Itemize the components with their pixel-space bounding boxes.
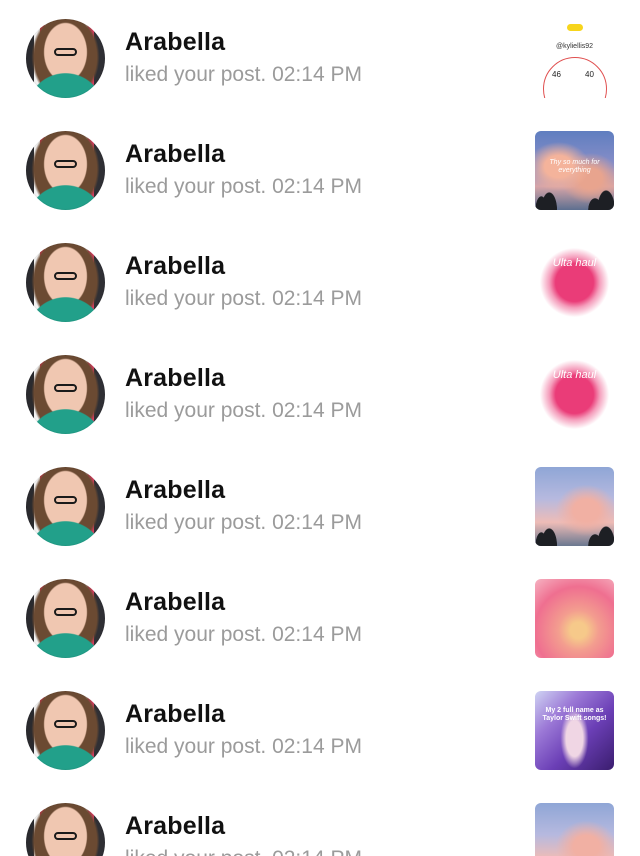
thumbnail-stat: 46 bbox=[552, 70, 561, 79]
notification-row[interactable]: Arabella liked your post. 02:14 PM Ulta … bbox=[0, 224, 640, 336]
notification-row[interactable]: Arabella liked your post. 02:14 PM bbox=[0, 784, 640, 856]
thumbnail-stat: 40 bbox=[585, 70, 594, 79]
post-thumbnail[interactable]: Ulta haul bbox=[535, 355, 614, 434]
notification-row[interactable]: Arabella liked your post. 02:14 PM @kyli… bbox=[0, 0, 640, 112]
thumbnail-caption: Ulta haul bbox=[552, 369, 597, 381]
avatar[interactable] bbox=[26, 243, 105, 322]
avatar-glasses bbox=[54, 48, 77, 56]
notification-text: liked your post. 02:14 PM bbox=[125, 287, 362, 310]
avatar-glasses bbox=[54, 832, 77, 840]
user-name[interactable]: Arabella bbox=[125, 476, 225, 505]
post-thumbnail[interactable]: Ulta haul bbox=[535, 243, 614, 322]
avatar[interactable] bbox=[26, 467, 105, 546]
post-thumbnail[interactable] bbox=[535, 579, 614, 658]
notification-text: liked your post. 02:14 PM bbox=[125, 399, 362, 422]
avatar[interactable] bbox=[26, 131, 105, 210]
avatar-glasses bbox=[54, 608, 77, 616]
thumbnail-caption: Ulta haul bbox=[552, 257, 597, 269]
user-name[interactable]: Arabella bbox=[125, 140, 225, 169]
avatar[interactable] bbox=[26, 691, 105, 770]
notification-text: liked your post. 02:14 PM bbox=[125, 175, 362, 198]
thumbnail-caption: My 2 full name as Taylor Swift songs! bbox=[542, 707, 607, 722]
avatar-glasses bbox=[54, 720, 77, 728]
post-thumbnail[interactable]: Thy so much for everything bbox=[535, 131, 614, 210]
notification-list: Arabella liked your post. 02:14 PM @kyli… bbox=[0, 0, 640, 856]
trees-silhouette bbox=[535, 524, 614, 546]
post-thumbnail[interactable] bbox=[535, 467, 614, 546]
notification-row[interactable]: Arabella liked your post. 02:14 PM Thy s… bbox=[0, 112, 640, 224]
notification-row[interactable]: Arabella liked your post. 02:14 PM Ulta … bbox=[0, 336, 640, 448]
notification-row[interactable]: Arabella liked your post. 02:14 PM bbox=[0, 448, 640, 560]
avatar[interactable] bbox=[26, 19, 105, 98]
notification-text: liked your post. 02:14 PM bbox=[125, 847, 362, 856]
notification-text: liked your post. 02:14 PM bbox=[125, 511, 362, 534]
trees-silhouette bbox=[535, 188, 614, 210]
user-name[interactable]: Arabella bbox=[125, 588, 225, 617]
notification-row[interactable]: Arabella liked your post. 02:14 PM My 2 … bbox=[0, 672, 640, 784]
user-name[interactable]: Arabella bbox=[125, 812, 225, 841]
avatar[interactable] bbox=[26, 355, 105, 434]
post-thumbnail[interactable] bbox=[535, 803, 614, 856]
notification-text: liked your post. 02:14 PM bbox=[125, 623, 362, 646]
avatar-glasses bbox=[54, 272, 77, 280]
user-name[interactable]: Arabella bbox=[125, 364, 225, 393]
avatar[interactable] bbox=[26, 579, 105, 658]
notification-text: liked your post. 02:14 PM bbox=[125, 63, 362, 86]
notification-row[interactable]: Arabella liked your post. 02:14 PM bbox=[0, 560, 640, 672]
thumbnail-caption: Thy so much for everything bbox=[549, 159, 600, 174]
notification-text: liked your post. 02:14 PM bbox=[125, 735, 362, 758]
post-thumbnail[interactable]: @kyliellis92 46 40 bbox=[535, 19, 614, 98]
avatar[interactable] bbox=[26, 803, 105, 856]
snapchat-badge bbox=[567, 24, 583, 31]
avatar-glasses bbox=[54, 160, 77, 168]
avatar-glasses bbox=[54, 496, 77, 504]
thumbnail-handle: @kyliellis92 bbox=[555, 43, 594, 50]
user-name[interactable]: Arabella bbox=[125, 28, 225, 57]
user-name[interactable]: Arabella bbox=[125, 252, 225, 281]
post-thumbnail[interactable]: My 2 full name as Taylor Swift songs! bbox=[535, 691, 614, 770]
avatar-glasses bbox=[54, 384, 77, 392]
user-name[interactable]: Arabella bbox=[125, 700, 225, 729]
